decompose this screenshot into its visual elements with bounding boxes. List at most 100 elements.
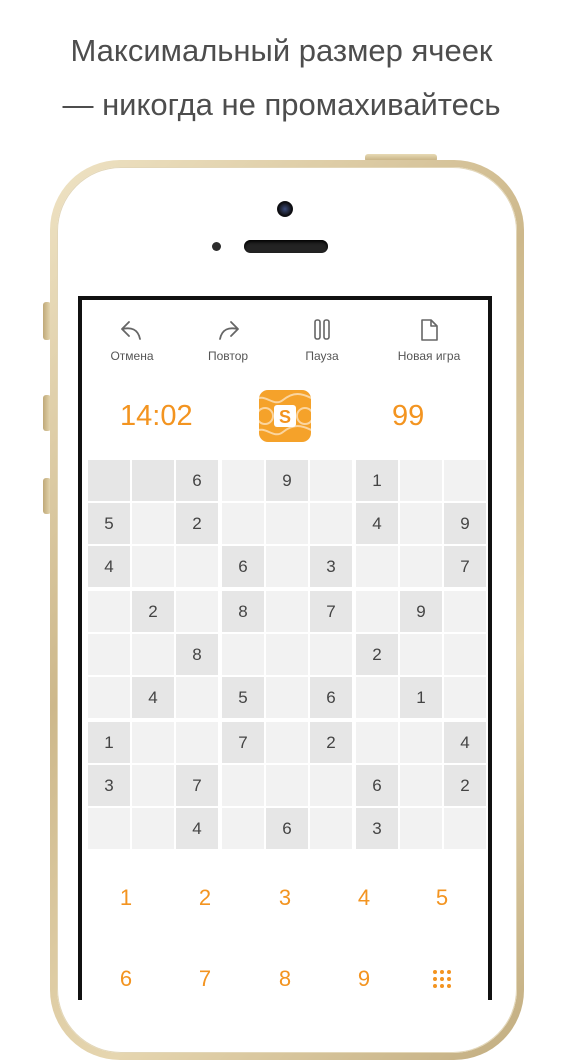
sudoku-cell[interactable] bbox=[88, 677, 130, 718]
sudoku-cell[interactable] bbox=[310, 765, 352, 806]
sudoku-cell[interactable] bbox=[132, 546, 174, 587]
sudoku-cell[interactable]: 2 bbox=[176, 503, 218, 544]
sudoku-cell[interactable]: 3 bbox=[356, 808, 398, 849]
sudoku-cell[interactable] bbox=[266, 546, 308, 587]
sudoku-cell[interactable] bbox=[444, 460, 486, 501]
sudoku-cell[interactable]: 6 bbox=[222, 546, 264, 587]
keypad-digit-1[interactable]: 1 bbox=[106, 878, 146, 918]
undo-icon bbox=[121, 321, 141, 340]
sudoku-cell[interactable] bbox=[310, 460, 352, 501]
sudoku-cell[interactable]: 1 bbox=[400, 677, 442, 718]
front-camera bbox=[277, 201, 293, 217]
sudoku-cell[interactable]: 2 bbox=[356, 634, 398, 675]
sudoku-cell[interactable] bbox=[400, 546, 442, 587]
sudoku-cell[interactable]: 9 bbox=[444, 503, 486, 544]
sudoku-cell[interactable] bbox=[88, 591, 130, 632]
sudoku-cell[interactable]: 6 bbox=[266, 808, 308, 849]
sudoku-cell[interactable] bbox=[400, 460, 442, 501]
sudoku-cell[interactable]: 2 bbox=[310, 722, 352, 763]
sudoku-cell[interactable] bbox=[400, 634, 442, 675]
sudoku-cell[interactable]: 4 bbox=[88, 546, 130, 587]
sudoku-cell[interactable]: 9 bbox=[266, 460, 308, 501]
sudoku-cell[interactable] bbox=[356, 722, 398, 763]
sudoku-cell[interactable]: 4 bbox=[132, 677, 174, 718]
sudoku-cell[interactable] bbox=[266, 677, 308, 718]
sudoku-cell[interactable]: 6 bbox=[176, 460, 218, 501]
sudoku-cell[interactable]: 5 bbox=[88, 503, 130, 544]
keypad-digit-3[interactable]: 3 bbox=[265, 878, 305, 918]
sudoku-cell[interactable]: 8 bbox=[176, 634, 218, 675]
sudoku-cell[interactable] bbox=[400, 808, 442, 849]
proximity-sensor bbox=[212, 242, 221, 251]
sudoku-cell[interactable]: 6 bbox=[310, 677, 352, 718]
sudoku-cell[interactable] bbox=[356, 677, 398, 718]
sudoku-cell[interactable]: 3 bbox=[88, 765, 130, 806]
keypad-digit-4[interactable]: 4 bbox=[344, 878, 384, 918]
sudoku-cell[interactable]: 8 bbox=[222, 591, 264, 632]
sudoku-cell[interactable]: 7 bbox=[176, 765, 218, 806]
sudoku-cell[interactable] bbox=[132, 634, 174, 675]
grid-dots-icon bbox=[433, 970, 451, 988]
sudoku-cell[interactable]: 1 bbox=[88, 722, 130, 763]
sudoku-cell[interactable] bbox=[310, 634, 352, 675]
sudoku-cell[interactable] bbox=[266, 591, 308, 632]
sudoku-cell[interactable] bbox=[176, 677, 218, 718]
sudoku-cell[interactable]: 2 bbox=[132, 591, 174, 632]
keypad-digit-6[interactable]: 6 bbox=[106, 959, 146, 999]
sudoku-cell[interactable]: 1 bbox=[356, 460, 398, 501]
sudoku-cell[interactable]: 4 bbox=[176, 808, 218, 849]
sudoku-cell[interactable] bbox=[310, 503, 352, 544]
sudoku-cell[interactable] bbox=[222, 765, 264, 806]
sudoku-cell[interactable] bbox=[88, 460, 130, 501]
redo-button[interactable]: Повтор bbox=[178, 318, 278, 363]
sudoku-cell[interactable] bbox=[444, 634, 486, 675]
notes-mode-button[interactable] bbox=[422, 959, 462, 999]
sudoku-cell[interactable]: 6 bbox=[356, 765, 398, 806]
sudoku-cell[interactable] bbox=[176, 722, 218, 763]
sudoku-cell[interactable]: 7 bbox=[444, 546, 486, 587]
pause-button[interactable]: Пауза bbox=[272, 318, 372, 363]
sudoku-cell[interactable]: 4 bbox=[356, 503, 398, 544]
sudoku-cell[interactable] bbox=[356, 546, 398, 587]
sudoku-cell[interactable] bbox=[356, 591, 398, 632]
sudoku-cell[interactable] bbox=[88, 634, 130, 675]
sudoku-cell[interactable] bbox=[444, 591, 486, 632]
keypad-digit-9[interactable]: 9 bbox=[344, 959, 384, 999]
sudoku-cell[interactable] bbox=[132, 765, 174, 806]
sudoku-cell[interactable] bbox=[132, 460, 174, 501]
keypad-digit-5[interactable]: 5 bbox=[422, 878, 462, 918]
sudoku-cell[interactable] bbox=[176, 546, 218, 587]
keypad-digit-2[interactable]: 2 bbox=[185, 878, 225, 918]
sudoku-cell[interactable] bbox=[266, 503, 308, 544]
sudoku-cell[interactable] bbox=[222, 460, 264, 501]
sudoku-cell[interactable] bbox=[266, 634, 308, 675]
sudoku-cell[interactable] bbox=[222, 503, 264, 544]
undo-button[interactable]: Отмена bbox=[82, 318, 182, 363]
sudoku-cell[interactable] bbox=[400, 503, 442, 544]
sudoku-cell[interactable]: 7 bbox=[222, 722, 264, 763]
sudoku-cell[interactable] bbox=[266, 722, 308, 763]
sudoku-cell[interactable] bbox=[444, 677, 486, 718]
sudoku-cell[interactable]: 4 bbox=[444, 722, 486, 763]
sudoku-cell[interactable]: 9 bbox=[400, 591, 442, 632]
sudoku-cell[interactable] bbox=[132, 722, 174, 763]
sudoku-cell[interactable] bbox=[222, 808, 264, 849]
sudoku-cell[interactable]: 7 bbox=[310, 591, 352, 632]
sudoku-cell[interactable] bbox=[88, 808, 130, 849]
sudoku-cell[interactable] bbox=[400, 722, 442, 763]
sudoku-cell[interactable] bbox=[266, 765, 308, 806]
sudoku-cell[interactable] bbox=[222, 634, 264, 675]
sudoku-cell[interactable] bbox=[310, 808, 352, 849]
sudoku-cell[interactable]: 2 bbox=[444, 765, 486, 806]
sudoku-cell[interactable]: 3 bbox=[310, 546, 352, 587]
new-game-button[interactable]: Новая игра bbox=[379, 318, 479, 363]
sudoku-cell[interactable] bbox=[132, 808, 174, 849]
sudoku-cell[interactable] bbox=[176, 591, 218, 632]
score: 99 bbox=[392, 400, 425, 432]
sudoku-cell[interactable]: 5 bbox=[222, 677, 264, 718]
keypad-digit-8[interactable]: 8 bbox=[265, 959, 305, 999]
sudoku-cell[interactable] bbox=[132, 503, 174, 544]
sudoku-cell[interactable] bbox=[444, 808, 486, 849]
keypad-digit-7[interactable]: 7 bbox=[185, 959, 225, 999]
sudoku-cell[interactable] bbox=[400, 765, 442, 806]
